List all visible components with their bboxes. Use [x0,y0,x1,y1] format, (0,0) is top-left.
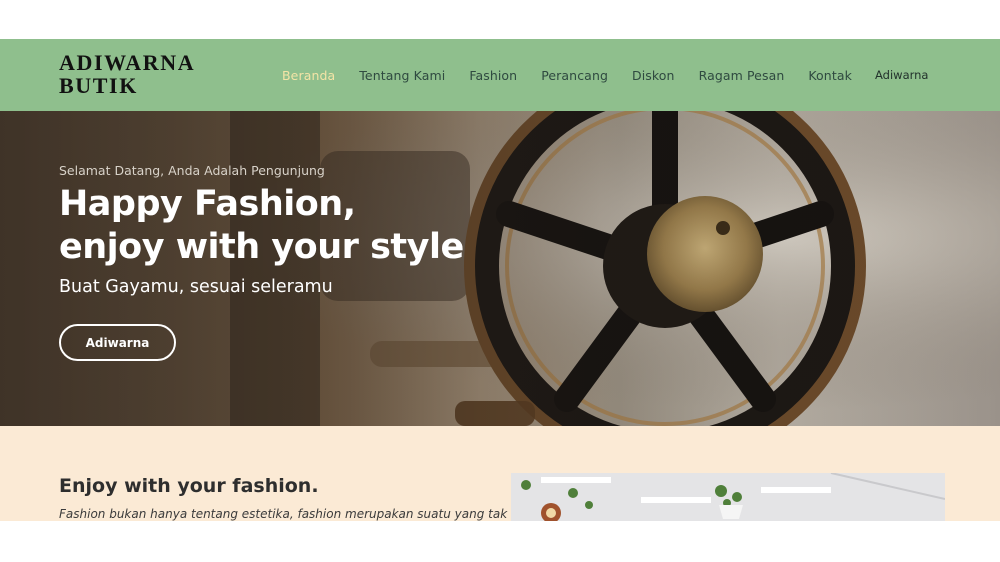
hero-title-line-1: Happy Fashion, [59,184,356,224]
hero-subtitle: Buat Gayamu, sesuai seleramu [59,277,333,297]
nav-item-kontak[interactable]: Kontak [808,68,852,83]
hero-title: Happy Fashion, enjoy with your style [59,183,464,269]
nav-item-perancang[interactable]: Perancang [541,68,608,83]
about-section: Enjoy with your fashion. Fashion bukan h… [0,426,1000,521]
nav-item-fashion[interactable]: Fashion [469,68,517,83]
logo-line-2: BUTIK [59,73,138,98]
nav-item-diskon[interactable]: Diskon [632,68,675,83]
hero-welcome-text: Selamat Datang, Anda Adalah Pengunjung [59,163,325,178]
about-text: Fashion bukan hanya tentang estetika, fa… [59,507,508,521]
navbar: ADIWARNA BUTIK Beranda Tentang Kami Fash… [0,39,1000,111]
boutique-interior-photo [511,473,945,521]
hero-cta-button[interactable]: Adiwarna [59,324,176,361]
hero-banner: Selamat Datang, Anda Adalah Pengunjung H… [0,111,1000,426]
logo-line-1: ADIWARNA [59,50,196,75]
about-heading: Enjoy with your fashion. [59,475,319,497]
nav-brand-link[interactable]: Adiwarna [875,68,928,82]
main-nav: Beranda Tentang Kami Fashion Perancang D… [282,39,876,111]
nav-item-tentang-kami[interactable]: Tentang Kami [359,68,445,83]
nav-item-beranda[interactable]: Beranda [282,68,335,83]
nav-item-ragam-pesan[interactable]: Ragam Pesan [699,68,785,83]
site-logo[interactable]: ADIWARNA BUTIK [59,51,195,97]
top-spacer [0,0,1000,39]
bottom-spacer [0,521,1000,562]
hero-title-line-2: enjoy with your style [59,227,464,267]
